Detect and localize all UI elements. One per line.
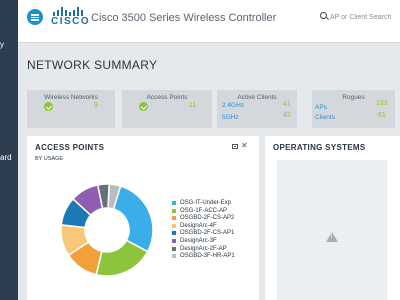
card-label: Wireless Networks bbox=[44, 94, 98, 101]
panel-subtitle: BY USAGE bbox=[35, 156, 64, 162]
client-band-label: 5GHz bbox=[222, 114, 239, 121]
legend-swatch bbox=[172, 216, 176, 221]
client-band-value: 41 bbox=[283, 101, 291, 108]
legend-label: DesignArc-4F bbox=[180, 222, 217, 229]
legend-label: OSG-IT-Under-Exp bbox=[180, 200, 232, 206]
legend-label: OSG-1F-ACC-AP bbox=[180, 207, 228, 214]
legend-label: DesignArc-3F bbox=[180, 238, 217, 244]
ap-usage-donut-chart bbox=[60, 183, 154, 277]
legend-label: DesignArc-2F-AP bbox=[180, 245, 227, 252]
close-icon[interactable]: ✕ bbox=[241, 141, 248, 150]
check-icon bbox=[44, 102, 53, 111]
legend-swatch bbox=[172, 254, 176, 259]
legend-swatch bbox=[172, 223, 176, 228]
app-title: Cisco 3500 Series Wireless Controller bbox=[91, 12, 277, 24]
access-points-card[interactable]: Access Points 11 bbox=[122, 90, 212, 128]
card-value: 11 bbox=[189, 102, 197, 109]
logo-text: CISCO bbox=[51, 16, 91, 27]
panel-title: OPERATING SYSTEMS bbox=[273, 143, 366, 152]
warning-icon bbox=[326, 232, 338, 242]
donut-slice[interactable] bbox=[112, 185, 154, 253]
sidebar-item-fragment[interactable]: y bbox=[0, 40, 4, 49]
legend-swatch bbox=[172, 201, 176, 205]
legend-swatch bbox=[172, 239, 176, 243]
client-band-value: 42 bbox=[283, 112, 291, 119]
search-box[interactable] bbox=[318, 11, 398, 25]
card-label: Access Points bbox=[146, 94, 188, 101]
sidebar: y ard bbox=[0, 0, 18, 300]
client-band-label: 2.4GHz bbox=[222, 102, 245, 109]
legend-label: OSGBD-2F-CS-AP2 bbox=[180, 215, 235, 222]
os-chart-placeholder bbox=[277, 160, 387, 300]
rogues-card[interactable]: Rogues APs 133 Clients 61 bbox=[312, 90, 395, 128]
legend-swatch bbox=[172, 246, 176, 251]
cisco-logo: CISCO bbox=[51, 7, 91, 27]
menu-icon[interactable] bbox=[27, 9, 43, 25]
active-clients-card[interactable]: Active Clients 2.4GHz 41 5GHz 42 bbox=[217, 90, 297, 128]
panel-title: ACCESS POINTS bbox=[35, 143, 105, 152]
card-label: Active Clients bbox=[237, 94, 277, 101]
search-icon[interactable] bbox=[320, 12, 327, 19]
top-bar: CISCO Cisco 3500 Series Wireless Control… bbox=[18, 0, 400, 43]
legend-label: OSGBD-2F-CS-AP1 bbox=[180, 230, 235, 237]
sidebar-item-fragment[interactable]: ard bbox=[0, 153, 12, 162]
wireless-networks-card[interactable]: Wireless Networks 9 bbox=[27, 90, 115, 128]
rogue-type-value: 133 bbox=[376, 100, 388, 107]
legend-label: OSGBD-3F-HR-AP1 bbox=[180, 253, 235, 260]
rogue-type-label: APs bbox=[315, 104, 327, 111]
check-icon bbox=[139, 102, 148, 111]
legend-swatch bbox=[172, 231, 176, 236]
cisco-bars-icon bbox=[53, 7, 85, 16]
rogue-type-label: Clients bbox=[315, 114, 335, 121]
table-view-icon[interactable] bbox=[232, 144, 238, 149]
legend-swatch bbox=[172, 208, 176, 213]
page-title: NETWORK SUMMARY bbox=[27, 58, 158, 72]
search-input[interactable] bbox=[330, 11, 398, 23]
rogue-type-value: 61 bbox=[378, 112, 386, 119]
operating-systems-panel: OPERATING SYSTEMS bbox=[265, 136, 400, 300]
card-value: 9 bbox=[94, 102, 98, 109]
